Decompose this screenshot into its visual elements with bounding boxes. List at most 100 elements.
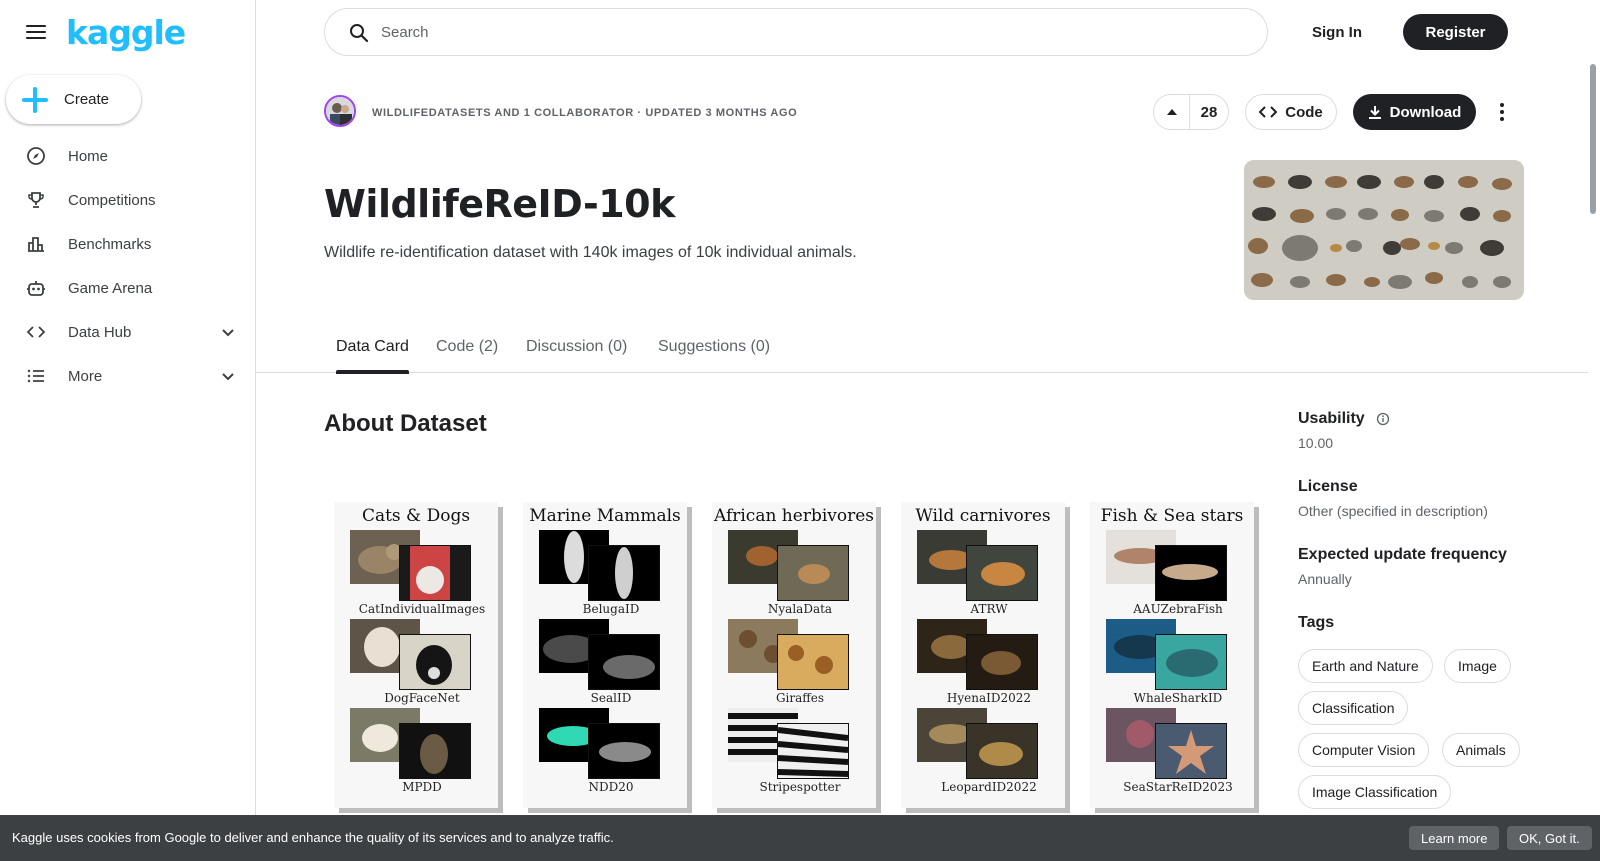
dataset-label: Giraffes <box>775 691 825 705</box>
dataset-sample: HyenaID2022 <box>917 619 1047 705</box>
cookie-banner: Kaggle uses cookies from Google to deliv… <box>0 815 1600 861</box>
dataset-sample: LeopardID2022 <box>917 708 1047 794</box>
info-circle-icon[interactable] <box>1376 412 1390 431</box>
usability-label: Usability <box>1298 410 1365 427</box>
dataset-sample: Stripespotter <box>728 708 858 794</box>
panel-title: Wild carnivores <box>915 506 1051 526</box>
figure-panel-african-herbivores: African herbivores NyalaData Giraffes St… <box>712 502 876 808</box>
license-label: License <box>1298 478 1358 495</box>
about-heading: About Dataset <box>324 410 487 437</box>
download-button[interactable]: Download <box>1353 94 1476 130</box>
panel-title: Cats & Dogs <box>361 506 471 526</box>
dataset-overview-figure: Cats & Dogs CatIndividualImages DogFaceN… <box>334 502 1264 808</box>
tag-chip[interactable]: Animals <box>1442 733 1520 767</box>
search-bar[interactable]: Search <box>324 8 1268 56</box>
trophy-icon <box>24 188 48 212</box>
kaggle-logo[interactable]: kaggle <box>66 13 186 52</box>
search-input[interactable]: Search <box>381 24 429 41</box>
avatar[interactable] <box>324 95 356 127</box>
upvote-control: 28 <box>1153 94 1229 130</box>
create-label: Create <box>64 91 110 108</box>
sample-image <box>588 545 660 601</box>
usability-value: 10.00 <box>1298 435 1334 451</box>
panel-title: Fish & Sea stars <box>1100 506 1244 526</box>
sidebar-item-more[interactable]: More <box>0 354 256 398</box>
menu-icon[interactable] <box>24 22 48 42</box>
tag-chip[interactable]: Earth and Nature <box>1298 649 1433 683</box>
code-icon <box>24 320 48 344</box>
code-button-label: Code <box>1285 103 1323 121</box>
sample-image <box>1155 545 1227 601</box>
dataset-sample: CatIndividualImages <box>350 530 485 616</box>
dataset-sample: MPDD <box>350 708 480 794</box>
robot-icon <box>24 276 48 300</box>
page-title: WildlifeReID-10k <box>324 182 675 226</box>
tag-chip[interactable]: Classification <box>1298 691 1409 725</box>
sidebar-item-game-arena[interactable]: Game Arena <box>0 266 256 310</box>
update-frequency-label: Expected update frequency <box>1298 546 1507 563</box>
scrollbar[interactable] <box>1590 64 1596 214</box>
sample-image <box>966 545 1038 601</box>
tab-data-card[interactable]: Data Card <box>336 338 409 374</box>
upvote-button[interactable] <box>1154 95 1190 129</box>
dataset-sample: NyalaData <box>728 530 858 616</box>
sample-image <box>399 634 471 690</box>
tab-bar: Data Card Code (2) Discussion (0) Sugges… <box>256 328 1588 374</box>
ok-got-it-button[interactable]: OK, Got it. <box>1507 826 1592 850</box>
dataset-label: BelugaID <box>582 602 640 616</box>
tab-discussion[interactable]: Discussion (0) <box>526 338 627 373</box>
dataset-label: DogFaceNet <box>384 691 460 705</box>
dataset-sample: SealID <box>539 619 669 705</box>
sample-image <box>1155 634 1227 690</box>
tags-label: Tags <box>1298 614 1335 631</box>
dataset-sample: NDD20 <box>539 708 669 794</box>
dataset-label: HyenaID2022 <box>946 691 1032 705</box>
dataset-sample: ATRW <box>917 530 1047 616</box>
sidebar-item-label: Data Hub <box>68 323 132 341</box>
more-options-icon[interactable] <box>1490 100 1514 124</box>
sidebar-item-label: Competitions <box>68 191 156 209</box>
download-icon <box>1368 106 1381 119</box>
sample-image <box>777 634 849 690</box>
dataset-sample: Giraffes <box>728 619 858 705</box>
tag-chip[interactable]: Computer Vision <box>1298 733 1430 767</box>
sidebar-item-competitions[interactable]: Competitions <box>0 178 256 222</box>
dataset-label: MPDD <box>402 780 442 794</box>
panel-title: Marine Mammals <box>529 506 681 526</box>
panel-title: African herbivores <box>713 506 875 526</box>
learn-more-button[interactable]: Learn more <box>1409 826 1500 850</box>
sign-in-button[interactable]: Sign In <box>1296 14 1378 50</box>
sidebar-header: kaggle <box>0 0 256 64</box>
sample-image <box>399 723 471 779</box>
sidebar-item-label: Game Arena <box>68 279 153 297</box>
dataset-subtitle: Wildlife re-identification dataset with … <box>324 244 857 261</box>
sample-image <box>399 545 471 601</box>
bar-chart-icon <box>24 232 48 256</box>
chevron-down-icon[interactable] <box>220 368 236 384</box>
owner-line[interactable]: WILDLIFEDATASETS AND 1 COLLABORATOR · UP… <box>372 107 797 119</box>
plus-icon <box>22 86 48 113</box>
tab-suggestions[interactable]: Suggestions (0) <box>658 338 770 373</box>
tag-chip[interactable]: Image <box>1444 649 1511 683</box>
create-button[interactable]: Create <box>6 75 141 124</box>
license-value[interactable]: Other (specified in description) <box>1298 503 1488 519</box>
dataset-sample: SeaStarReID2023 <box>1106 708 1236 794</box>
register-button[interactable]: Register <box>1403 14 1508 50</box>
dataset-label: NDD20 <box>588 780 634 794</box>
kaggle-dataset-page: kaggle Create Home Competitions Benchmar… <box>0 0 1600 861</box>
code-button[interactable]: Code <box>1245 94 1337 130</box>
sidebar-nav: Home Competitions Benchmarks Game Arena <box>0 134 256 398</box>
tag-chip[interactable]: Image Classification <box>1298 775 1452 809</box>
tab-code[interactable]: Code (2) <box>436 338 498 373</box>
sidebar-item-data-hub[interactable]: Data Hub <box>0 310 256 354</box>
sample-image <box>777 545 849 601</box>
sidebar-item-label: Home <box>68 147 109 165</box>
sidebar: kaggle Create Home Competitions Benchmar… <box>0 0 256 861</box>
dataset-sample: DogFaceNet <box>350 619 480 705</box>
dataset-label: WhaleSharkID <box>1133 691 1223 705</box>
code-icon <box>1259 106 1278 118</box>
sample-image <box>1155 723 1227 779</box>
sidebar-item-home[interactable]: Home <box>0 134 256 178</box>
sidebar-item-benchmarks[interactable]: Benchmarks <box>0 222 256 266</box>
chevron-down-icon[interactable] <box>220 324 236 340</box>
